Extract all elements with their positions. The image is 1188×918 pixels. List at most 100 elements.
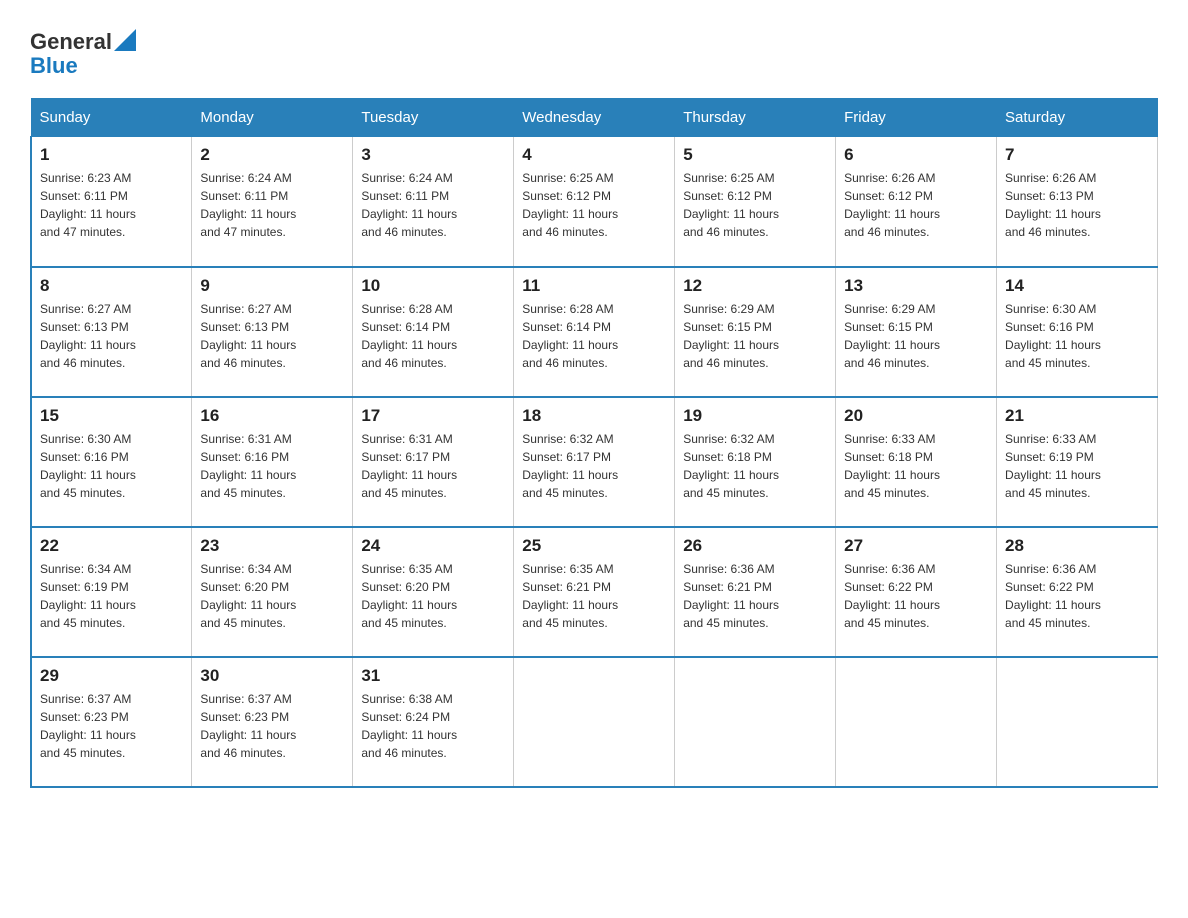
calendar-cell: 2 Sunrise: 6:24 AMSunset: 6:11 PMDayligh… [192, 137, 353, 267]
header-day-wednesday: Wednesday [514, 99, 675, 137]
calendar-cell: 3 Sunrise: 6:24 AMSunset: 6:11 PMDayligh… [353, 137, 514, 267]
day-info: Sunrise: 6:29 AMSunset: 6:15 PMDaylight:… [844, 300, 988, 372]
day-number: 27 [844, 536, 988, 556]
day-info: Sunrise: 6:28 AMSunset: 6:14 PMDaylight:… [361, 300, 505, 372]
calendar-cell: 21 Sunrise: 6:33 AMSunset: 6:19 PMDaylig… [997, 397, 1158, 527]
calendar-cell [514, 657, 675, 787]
day-info: Sunrise: 6:25 AMSunset: 6:12 PMDaylight:… [683, 169, 827, 241]
calendar-cell: 6 Sunrise: 6:26 AMSunset: 6:12 PMDayligh… [836, 137, 997, 267]
day-number: 2 [200, 145, 344, 165]
day-number: 28 [1005, 536, 1149, 556]
day-number: 8 [40, 276, 183, 296]
calendar-cell: 19 Sunrise: 6:32 AMSunset: 6:18 PMDaylig… [675, 397, 836, 527]
day-info: Sunrise: 6:23 AMSunset: 6:11 PMDaylight:… [40, 169, 183, 241]
day-number: 4 [522, 145, 666, 165]
calendar-cell: 9 Sunrise: 6:27 AMSunset: 6:13 PMDayligh… [192, 267, 353, 397]
calendar-cell: 24 Sunrise: 6:35 AMSunset: 6:20 PMDaylig… [353, 527, 514, 657]
day-info: Sunrise: 6:26 AMSunset: 6:13 PMDaylight:… [1005, 169, 1149, 241]
header-day-monday: Monday [192, 99, 353, 137]
calendar-body: 1 Sunrise: 6:23 AMSunset: 6:11 PMDayligh… [31, 137, 1158, 787]
day-number: 3 [361, 145, 505, 165]
day-number: 13 [844, 276, 988, 296]
calendar-cell: 17 Sunrise: 6:31 AMSunset: 6:17 PMDaylig… [353, 397, 514, 527]
day-info: Sunrise: 6:25 AMSunset: 6:12 PMDaylight:… [522, 169, 666, 241]
day-info: Sunrise: 6:35 AMSunset: 6:21 PMDaylight:… [522, 560, 666, 632]
day-number: 17 [361, 406, 505, 426]
calendar-cell [675, 657, 836, 787]
day-info: Sunrise: 6:27 AMSunset: 6:13 PMDaylight:… [40, 300, 183, 372]
day-info: Sunrise: 6:38 AMSunset: 6:24 PMDaylight:… [361, 690, 505, 762]
day-info: Sunrise: 6:33 AMSunset: 6:19 PMDaylight:… [1005, 430, 1149, 502]
day-info: Sunrise: 6:37 AMSunset: 6:23 PMDaylight:… [200, 690, 344, 762]
day-info: Sunrise: 6:34 AMSunset: 6:19 PMDaylight:… [40, 560, 183, 632]
week-row-5: 29 Sunrise: 6:37 AMSunset: 6:23 PMDaylig… [31, 657, 1158, 787]
day-info: Sunrise: 6:30 AMSunset: 6:16 PMDaylight:… [1005, 300, 1149, 372]
calendar-cell: 1 Sunrise: 6:23 AMSunset: 6:11 PMDayligh… [31, 137, 192, 267]
week-row-1: 1 Sunrise: 6:23 AMSunset: 6:11 PMDayligh… [31, 137, 1158, 267]
day-number: 26 [683, 536, 827, 556]
calendar-cell: 23 Sunrise: 6:34 AMSunset: 6:20 PMDaylig… [192, 527, 353, 657]
calendar-table: SundayMondayTuesdayWednesdayThursdayFrid… [30, 98, 1158, 788]
calendar-cell: 22 Sunrise: 6:34 AMSunset: 6:19 PMDaylig… [31, 527, 192, 657]
day-number: 16 [200, 406, 344, 426]
header-day-thursday: Thursday [675, 99, 836, 137]
header-day-tuesday: Tuesday [353, 99, 514, 137]
day-number: 18 [522, 406, 666, 426]
day-number: 15 [40, 406, 183, 426]
day-number: 31 [361, 666, 505, 686]
day-number: 6 [844, 145, 988, 165]
calendar-cell [997, 657, 1158, 787]
calendar-cell: 12 Sunrise: 6:29 AMSunset: 6:15 PMDaylig… [675, 267, 836, 397]
day-number: 9 [200, 276, 344, 296]
day-number: 12 [683, 276, 827, 296]
calendar-cell: 5 Sunrise: 6:25 AMSunset: 6:12 PMDayligh… [675, 137, 836, 267]
calendar-cell: 7 Sunrise: 6:26 AMSunset: 6:13 PMDayligh… [997, 137, 1158, 267]
day-number: 21 [1005, 406, 1149, 426]
day-info: Sunrise: 6:28 AMSunset: 6:14 PMDaylight:… [522, 300, 666, 372]
week-row-2: 8 Sunrise: 6:27 AMSunset: 6:13 PMDayligh… [31, 267, 1158, 397]
day-info: Sunrise: 6:36 AMSunset: 6:22 PMDaylight:… [844, 560, 988, 632]
page-header: General Blue [30, 30, 1158, 78]
day-info: Sunrise: 6:36 AMSunset: 6:21 PMDaylight:… [683, 560, 827, 632]
day-info: Sunrise: 6:29 AMSunset: 6:15 PMDaylight:… [683, 300, 827, 372]
day-number: 5 [683, 145, 827, 165]
day-info: Sunrise: 6:31 AMSunset: 6:16 PMDaylight:… [200, 430, 344, 502]
day-number: 7 [1005, 145, 1149, 165]
calendar-cell: 28 Sunrise: 6:36 AMSunset: 6:22 PMDaylig… [997, 527, 1158, 657]
day-info: Sunrise: 6:32 AMSunset: 6:18 PMDaylight:… [683, 430, 827, 502]
calendar-cell: 30 Sunrise: 6:37 AMSunset: 6:23 PMDaylig… [192, 657, 353, 787]
day-number: 19 [683, 406, 827, 426]
calendar-cell: 27 Sunrise: 6:36 AMSunset: 6:22 PMDaylig… [836, 527, 997, 657]
day-number: 14 [1005, 276, 1149, 296]
calendar-cell: 25 Sunrise: 6:35 AMSunset: 6:21 PMDaylig… [514, 527, 675, 657]
logo: General Blue [30, 30, 136, 78]
day-info: Sunrise: 6:31 AMSunset: 6:17 PMDaylight:… [361, 430, 505, 502]
week-row-3: 15 Sunrise: 6:30 AMSunset: 6:16 PMDaylig… [31, 397, 1158, 527]
day-number: 11 [522, 276, 666, 296]
day-info: Sunrise: 6:35 AMSunset: 6:20 PMDaylight:… [361, 560, 505, 632]
day-number: 30 [200, 666, 344, 686]
week-row-4: 22 Sunrise: 6:34 AMSunset: 6:19 PMDaylig… [31, 527, 1158, 657]
day-info: Sunrise: 6:24 AMSunset: 6:11 PMDaylight:… [200, 169, 344, 241]
calendar-cell: 31 Sunrise: 6:38 AMSunset: 6:24 PMDaylig… [353, 657, 514, 787]
day-number: 29 [40, 666, 183, 686]
day-number: 24 [361, 536, 505, 556]
day-number: 1 [40, 145, 183, 165]
calendar-cell: 18 Sunrise: 6:32 AMSunset: 6:17 PMDaylig… [514, 397, 675, 527]
logo-blue: Blue [30, 54, 136, 78]
calendar-cell: 14 Sunrise: 6:30 AMSunset: 6:16 PMDaylig… [997, 267, 1158, 397]
calendar-cell: 4 Sunrise: 6:25 AMSunset: 6:12 PMDayligh… [514, 137, 675, 267]
calendar-cell: 8 Sunrise: 6:27 AMSunset: 6:13 PMDayligh… [31, 267, 192, 397]
calendar-cell: 20 Sunrise: 6:33 AMSunset: 6:18 PMDaylig… [836, 397, 997, 527]
day-number: 20 [844, 406, 988, 426]
calendar-cell: 10 Sunrise: 6:28 AMSunset: 6:14 PMDaylig… [353, 267, 514, 397]
day-number: 23 [200, 536, 344, 556]
calendar-cell: 13 Sunrise: 6:29 AMSunset: 6:15 PMDaylig… [836, 267, 997, 397]
header-day-friday: Friday [836, 99, 997, 137]
day-info: Sunrise: 6:24 AMSunset: 6:11 PMDaylight:… [361, 169, 505, 241]
day-info: Sunrise: 6:34 AMSunset: 6:20 PMDaylight:… [200, 560, 344, 632]
header-day-saturday: Saturday [997, 99, 1158, 137]
logo-triangle-icon [114, 29, 136, 51]
day-info: Sunrise: 6:30 AMSunset: 6:16 PMDaylight:… [40, 430, 183, 502]
header-day-sunday: Sunday [31, 99, 192, 137]
